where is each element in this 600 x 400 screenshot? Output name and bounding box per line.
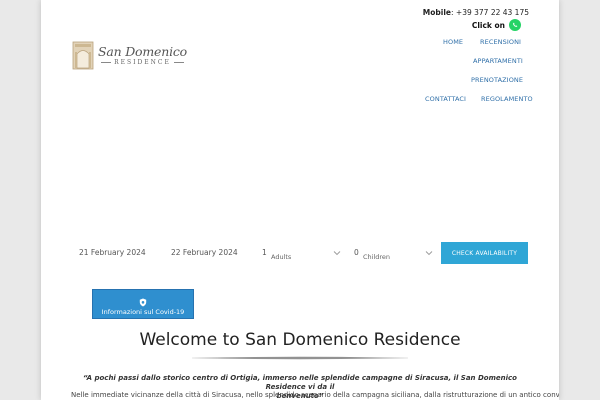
nav-regolamento[interactable]: REGOLAMENTO — [481, 95, 533, 103]
click-on-label: Click on — [471, 20, 505, 30]
children-count: 0 — [354, 248, 359, 257]
adults-count: 1 — [262, 248, 267, 257]
nav-contattaci[interactable]: CONTATTACI — [425, 95, 466, 103]
arch-logo-icon — [72, 41, 94, 70]
welcome-quote-line1: “A pochi passi dallo storico centro di O… — [83, 374, 517, 391]
checkout-date-input[interactable]: 22 February 2024 — [171, 248, 238, 257]
chevron-down-icon — [333, 251, 341, 256]
whatsapp-link[interactable]: Click on — [472, 19, 521, 31]
nav-prenotazione[interactable]: PRENOTAZIONE — [471, 76, 523, 84]
mobile-label: Mobile — [422, 8, 451, 17]
logo-subtitle: RESIDENCE — [114, 58, 171, 66]
whatsapp-icon[interactable] — [509, 19, 521, 31]
covid-info-label: Informazioni sul Covid-19 — [101, 308, 185, 316]
contact-mobile: Mobile: +39 377 22 43 175 — [422, 8, 529, 17]
page: San Domenico RESIDENCE Mobile: +39 377 2… — [41, 0, 559, 400]
check-availability-button[interactable]: CHECK AVAILABILITY — [441, 242, 528, 264]
checkin-date-input[interactable]: 21 February 2024 — [79, 248, 146, 257]
page-title: Welcome to San Domenico Residence — [139, 330, 461, 350]
nav-home[interactable]: HOME — [443, 38, 463, 46]
children-label: Children — [363, 253, 391, 261]
nav-recensioni[interactable]: RECENSIONI — [480, 38, 521, 46]
logo-name: San Domenico — [98, 43, 188, 59]
site-logo[interactable]: San Domenico RESIDENCE — [72, 40, 187, 70]
chevron-down-icon — [425, 251, 433, 256]
covid-info-button[interactable]: Informazioni sul Covid-19 — [92, 289, 194, 319]
welcome-paragraph: Nelle immediate vicinanze della città di… — [71, 391, 559, 399]
adults-label: Adults — [271, 253, 292, 261]
title-divider — [192, 356, 408, 360]
mobile-number[interactable]: +39 377 22 43 175 — [456, 8, 529, 17]
nav-appartamenti[interactable]: APPARTAMENTI — [473, 57, 523, 65]
shield-icon — [139, 298, 147, 307]
